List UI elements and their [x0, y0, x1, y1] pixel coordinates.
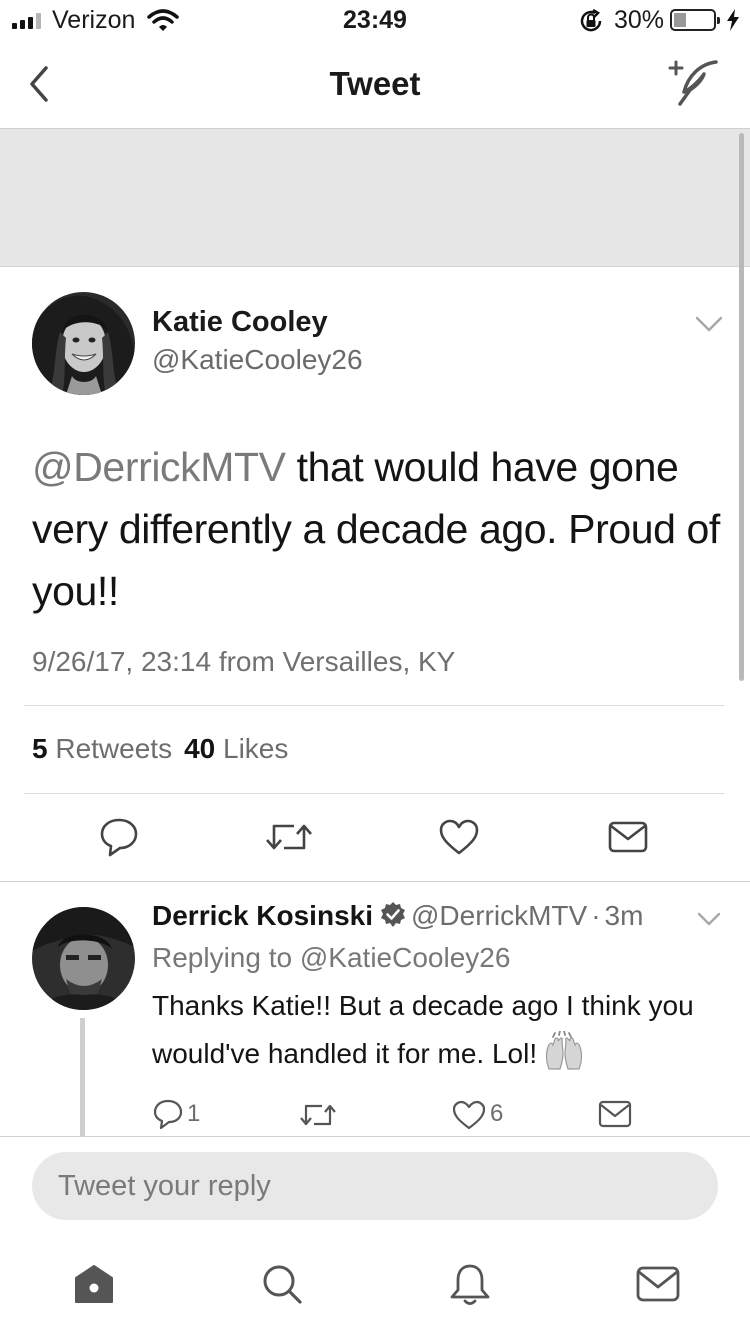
author-avatar[interactable]: [32, 292, 135, 395]
verified-badge-icon: [381, 902, 405, 927]
thread-line: [80, 1018, 85, 1136]
header-banner: [0, 129, 750, 267]
notifications-icon[interactable]: [446, 1260, 494, 1308]
tab-bar: [0, 1232, 750, 1334]
compose-tweet-icon[interactable]: [664, 58, 720, 108]
replying-to-label: Replying to: [152, 942, 300, 973]
nav-bar: Tweet: [0, 40, 750, 129]
reply-likes-count: 6: [490, 1100, 504, 1127]
retweet-icon[interactable]: [298, 1100, 338, 1130]
tweet-mention-link[interactable]: @DerrickMTV: [32, 444, 286, 490]
reply-separator: ·: [591, 900, 601, 931]
replying-to: Replying to @KatieCooley26: [152, 942, 510, 974]
author-name[interactable]: Katie Cooley: [152, 306, 328, 339]
scroll-indicator[interactable]: [739, 133, 744, 681]
retweets-label: Retweets: [55, 733, 173, 764]
divider: [0, 881, 750, 882]
tweet-stats: 5 Retweets 40 Likes: [32, 733, 288, 765]
divider: [24, 793, 724, 794]
retweets-stat[interactable]: 5 Retweets: [32, 733, 172, 764]
battery-icon: [670, 9, 720, 31]
reply-icon[interactable]: [98, 816, 140, 858]
direct-message-icon[interactable]: [598, 1100, 632, 1128]
direct-message-icon[interactable]: [608, 820, 648, 854]
replying-to-link[interactable]: @KatieCooley26: [300, 942, 511, 973]
retweet-icon[interactable]: [264, 818, 314, 856]
reply-icon[interactable]: [152, 1098, 184, 1130]
likes-stat[interactable]: 40 Likes: [184, 733, 288, 764]
reply-replies-count: 1: [187, 1100, 201, 1127]
likes-label: Likes: [223, 733, 289, 764]
likes-count: 40: [184, 733, 216, 764]
rotation-lock-icon: [580, 8, 602, 32]
home-icon[interactable]: [70, 1260, 118, 1308]
battery-percent: 30%: [614, 6, 665, 34]
divider: [24, 705, 724, 706]
reply-time: 3m: [604, 900, 644, 931]
author-handle[interactable]: @KatieCooley26: [152, 344, 363, 376]
page-title: Tweet: [329, 65, 421, 102]
tweet-text: @DerrickMTV that would have gone very di…: [32, 436, 732, 622]
charging-bolt-icon: [727, 9, 739, 31]
reply-author-avatar[interactable]: [32, 907, 135, 1010]
chevron-down-icon[interactable]: [694, 312, 724, 336]
reply-author-name[interactable]: Derrick Kosinski: [152, 900, 373, 931]
tweet-timestamp-location[interactable]: 9/26/17, 23:14 from Versailles, KY: [32, 646, 455, 678]
reply-author-handle[interactable]: @DerrickMTV: [411, 900, 587, 931]
reply-body: Thanks Katie!! But a decade ago I think …: [152, 990, 694, 1069]
like-icon[interactable]: [452, 1100, 486, 1130]
reply-text: Thanks Katie!! But a decade ago I think …: [152, 982, 722, 1078]
reply-input[interactable]: [32, 1152, 718, 1220]
raising-hands-emoji: [546, 1031, 583, 1070]
like-icon[interactable]: [438, 818, 480, 856]
messages-icon[interactable]: [634, 1260, 682, 1308]
chevron-down-icon[interactable]: [696, 908, 722, 930]
reply-header: Derrick Kosinski @DerrickMTV · 3m: [152, 900, 643, 932]
status-bar: Verizon 23:49 30%: [0, 0, 750, 40]
search-icon[interactable]: [258, 1260, 306, 1308]
retweets-count: 5: [32, 733, 48, 764]
